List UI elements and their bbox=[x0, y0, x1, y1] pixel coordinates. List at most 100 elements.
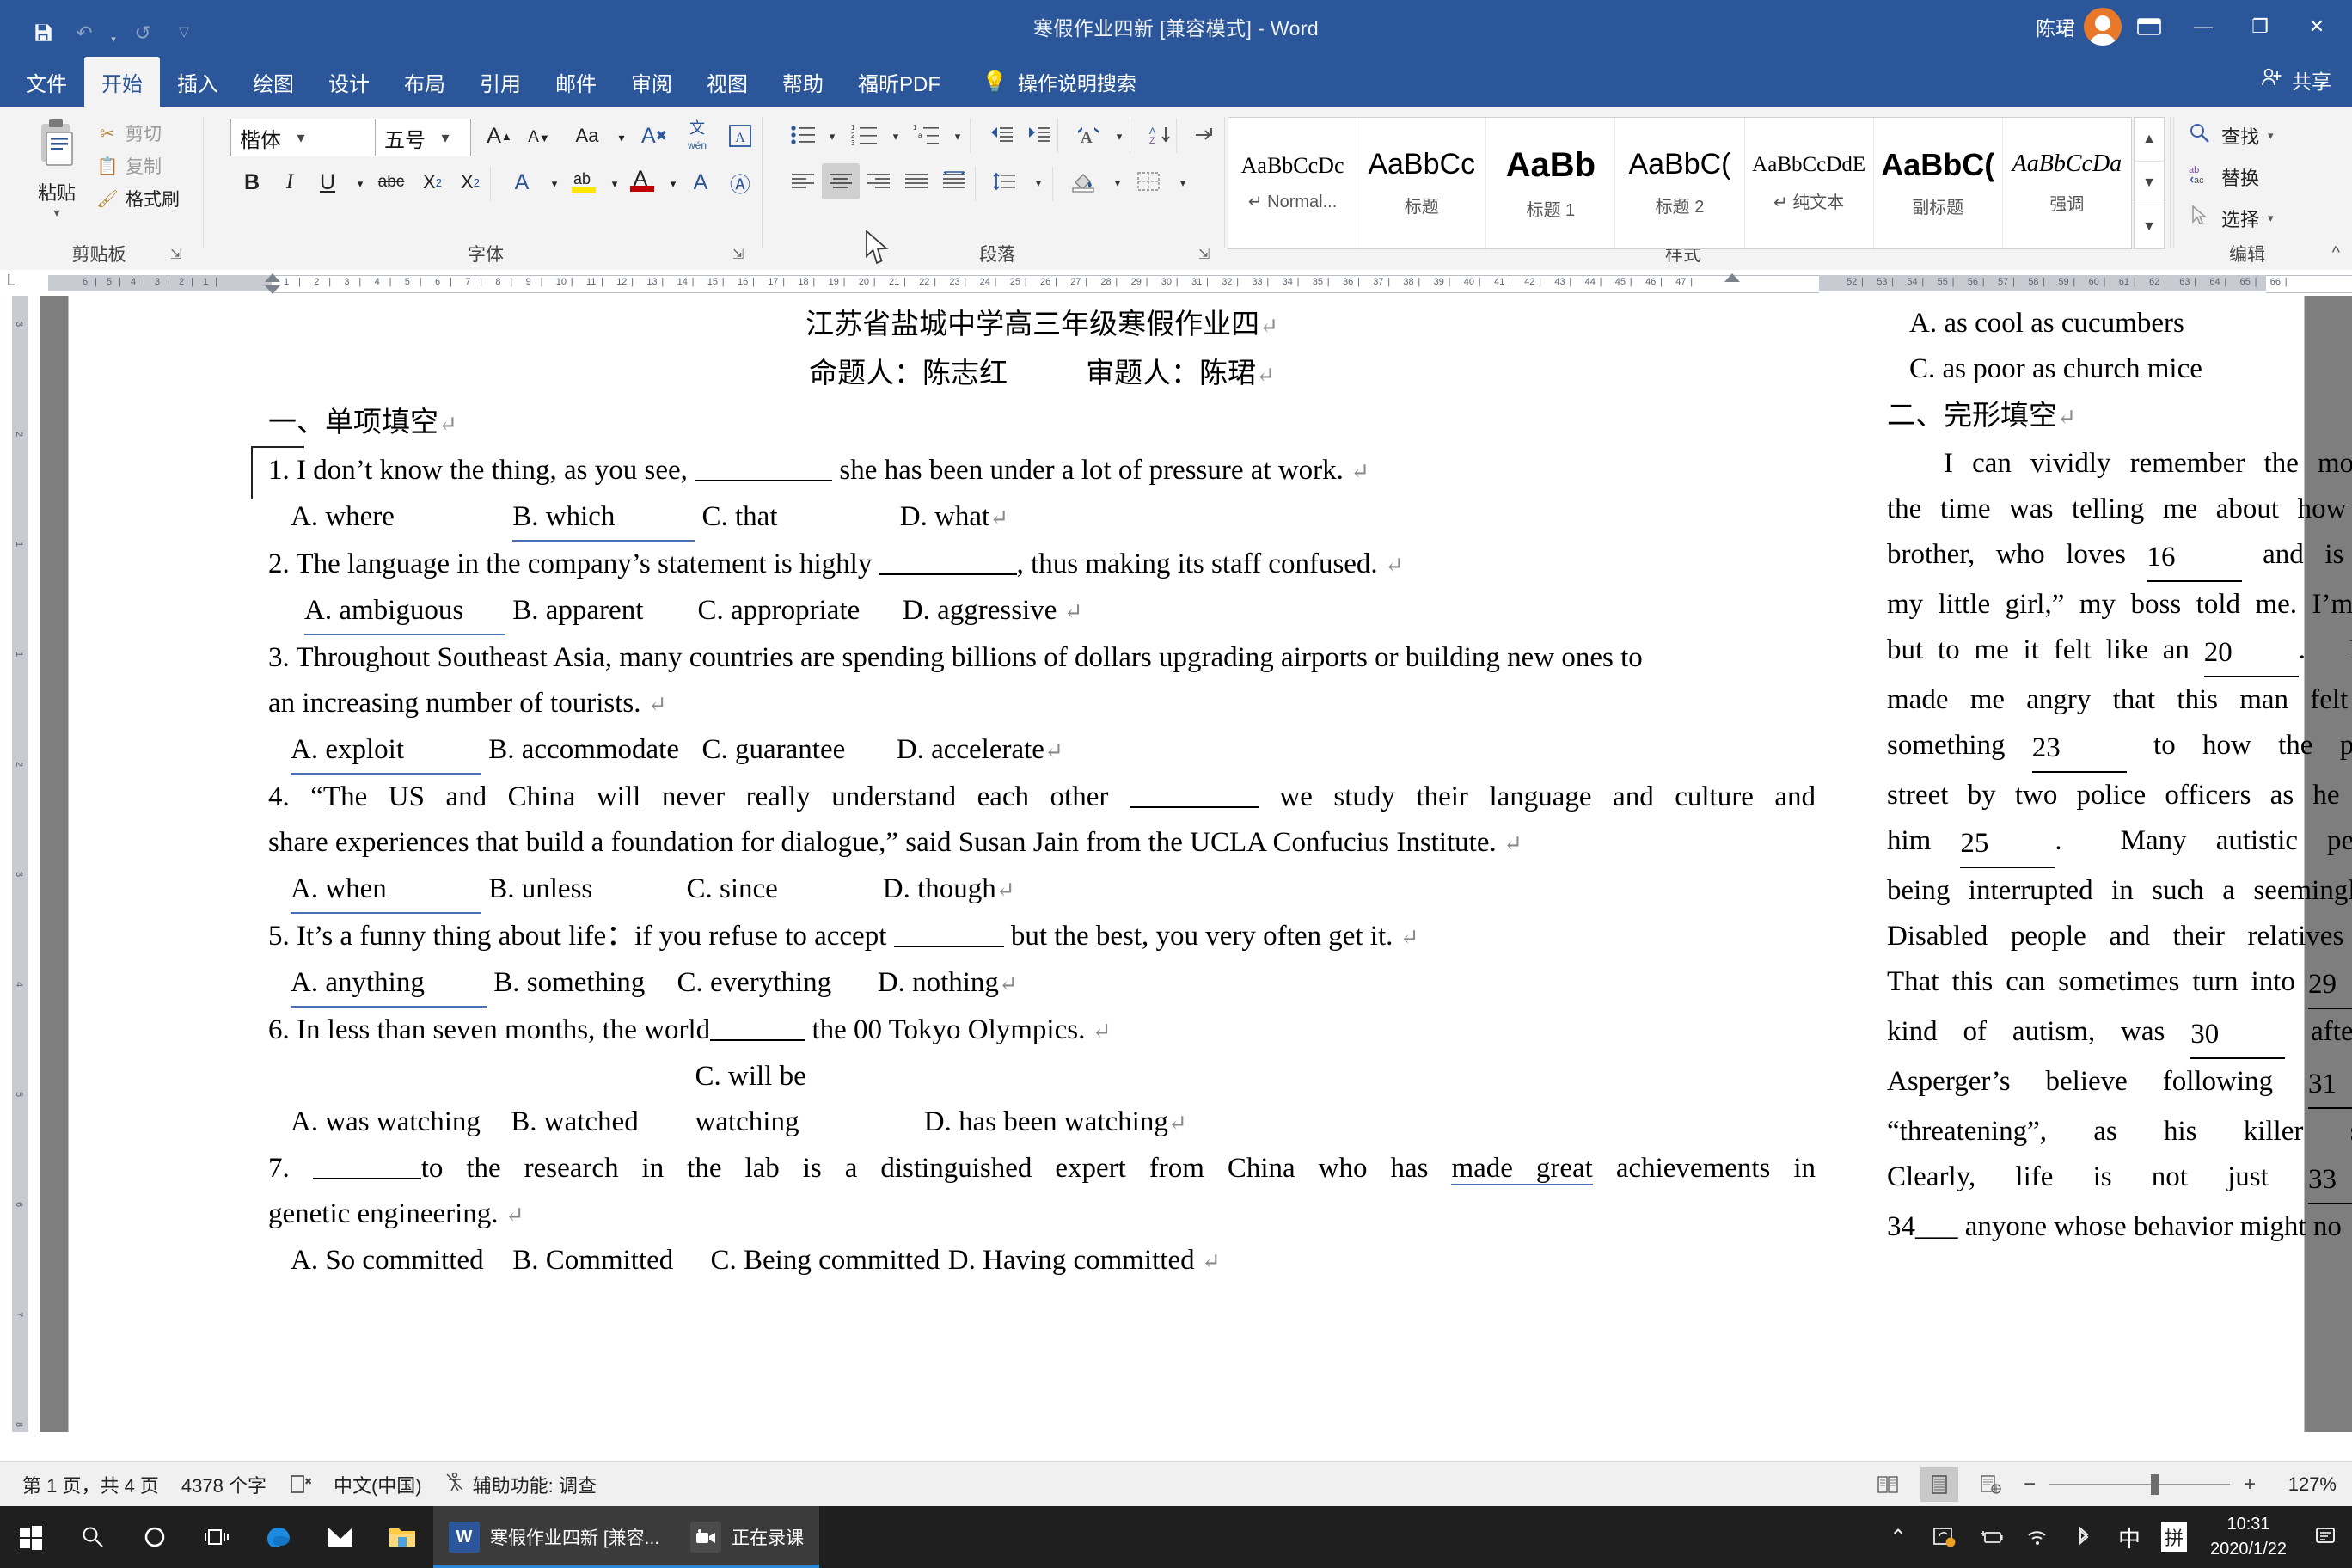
cloze-blank[interactable]: 31 bbox=[2308, 1062, 2352, 1109]
style-item-emphasis[interactable]: AaBbCcDa 强调 bbox=[2003, 118, 2131, 248]
document-body-left-column[interactable]: 江苏省盐城中学高三年级寒假作业四↵ 命题人：陈志红 审题人：陈珺↵ 一、单项填空… bbox=[268, 296, 1816, 1284]
onedrive-sync-icon[interactable] bbox=[1921, 1506, 1968, 1568]
taskbar-app-recording[interactable]: 正在录课 bbox=[675, 1506, 820, 1568]
font-size-combobox[interactable]: 五号 ▾ bbox=[375, 119, 471, 156]
tab-draw[interactable]: 绘图 bbox=[236, 57, 311, 107]
italic-button[interactable]: I bbox=[270, 163, 309, 201]
align-left-icon[interactable] bbox=[784, 163, 822, 199]
document-canvas[interactable]: 江苏省盐城中学高三年级寒假作业四↵ 命题人：陈志红 审题人：陈珺↵ 一、单项填空… bbox=[40, 296, 2352, 1432]
tab-view[interactable]: 视图 bbox=[689, 57, 765, 107]
vertical-ruler[interactable]: 3 2 1 1 2 3 4 5 6 7 8 bbox=[0, 296, 40, 1432]
multilevel-dropdown-icon[interactable]: ▾ bbox=[939, 119, 977, 155]
select-button[interactable]: 选择 ▾ bbox=[2187, 205, 2274, 232]
close-button[interactable]: ✕ bbox=[2290, 0, 2343, 53]
word-count[interactable]: 4378 个字 bbox=[181, 1471, 266, 1498]
zoom-slider-thumb[interactable] bbox=[2150, 1474, 2159, 1495]
right-indent-marker[interactable] bbox=[1724, 273, 1740, 282]
clock[interactable]: 10:31 2020/1/22 bbox=[2196, 1512, 2300, 1562]
cortana-circle-icon[interactable] bbox=[124, 1506, 186, 1568]
document-body-right-column[interactable]: A. as cool as cucumbers C. as poor as ch… bbox=[1887, 296, 2352, 1250]
tab-review[interactable]: 审阅 bbox=[614, 57, 689, 107]
tab-mailings[interactable]: 邮件 bbox=[538, 57, 614, 107]
font-family-combobox[interactable]: 楷体 ▾ bbox=[230, 119, 377, 156]
cloze-blank[interactable]: 29 bbox=[2308, 962, 2352, 1009]
clear-formatting-button[interactable]: A ✖ bbox=[634, 117, 674, 155]
windows-start-icon[interactable] bbox=[0, 1506, 62, 1568]
line-spacing-icon[interactable] bbox=[985, 163, 1023, 199]
borders-icon[interactable] bbox=[1130, 163, 1167, 199]
hanging-indent-marker[interactable] bbox=[265, 285, 280, 294]
find-dropdown-icon[interactable]: ▾ bbox=[2268, 129, 2274, 143]
tab-help[interactable]: 帮助 bbox=[765, 57, 841, 107]
phonetic-guide-button[interactable]: 文 wén bbox=[677, 117, 717, 155]
align-center-icon[interactable] bbox=[822, 163, 860, 199]
asian-layout-dropdown-icon[interactable]: ▾ bbox=[1100, 119, 1138, 155]
avatar[interactable] bbox=[2084, 8, 2122, 46]
styles-more-icon[interactable]: ▼ bbox=[2135, 205, 2164, 248]
chevron-down-icon[interactable]: ▾ bbox=[431, 129, 460, 147]
decrease-indent-icon[interactable] bbox=[982, 117, 1020, 153]
first-line-indent-marker[interactable] bbox=[265, 273, 280, 282]
tell-me-search[interactable]: 💡 操作说明搜索 bbox=[958, 57, 1148, 107]
proofing-errors-icon[interactable]: ✖ bbox=[289, 1473, 311, 1496]
tab-design[interactable]: 设计 bbox=[311, 57, 387, 107]
read-mode-icon[interactable] bbox=[1869, 1467, 1907, 1502]
style-item-heading1[interactable]: AaBb 标题 1 bbox=[1486, 118, 1616, 248]
distribute-icon[interactable] bbox=[935, 163, 973, 199]
cut-button[interactable]: ✂ 剪切 bbox=[96, 117, 180, 150]
zoom-slider[interactable] bbox=[2049, 1467, 2230, 1502]
tab-layout[interactable]: 布局 bbox=[387, 57, 462, 107]
share-button[interactable]: 共享 bbox=[2261, 65, 2331, 95]
cloze-blank[interactable]: 30 bbox=[2190, 1012, 2286, 1059]
bluetooth-icon[interactable] bbox=[2061, 1506, 2107, 1568]
language-indicator[interactable]: 中文(中国) bbox=[334, 1471, 422, 1498]
style-item-plain-text[interactable]: AaBbCcDdE ↵ 纯文本 bbox=[1745, 118, 1874, 248]
task-view-icon[interactable] bbox=[186, 1506, 248, 1568]
style-item-heading2[interactable]: AaBbC( 标题 2 bbox=[1615, 118, 1745, 248]
paste-button[interactable]: 粘贴 ▾ bbox=[17, 119, 96, 220]
style-item-normal[interactable]: AaBbCcDc ↵ Normal... bbox=[1228, 118, 1358, 248]
chevron-down-icon[interactable]: ▾ bbox=[286, 129, 315, 147]
shrink-font-button[interactable]: A ▼ bbox=[519, 119, 559, 156]
restore-button[interactable]: ❐ bbox=[2233, 0, 2287, 53]
tab-insert[interactable]: 插入 bbox=[160, 57, 236, 107]
bold-button[interactable]: B bbox=[232, 163, 272, 201]
edge-icon[interactable] bbox=[248, 1506, 309, 1568]
zoom-out-button[interactable]: − bbox=[2024, 1473, 2036, 1497]
cloze-blank[interactable]: 25 bbox=[1960, 821, 2055, 868]
styles-scroll-down-icon[interactable]: ▼ bbox=[2135, 162, 2164, 205]
strikethrough-button[interactable]: abc bbox=[371, 163, 411, 201]
cloze-blank[interactable]: 23 bbox=[2031, 726, 2127, 773]
print-layout-icon[interactable] bbox=[1920, 1467, 1958, 1502]
cloze-blank[interactable]: 33 bbox=[2308, 1157, 2352, 1204]
minimize-button[interactable]: — bbox=[2177, 0, 2230, 53]
style-item-title[interactable]: AaBbCc 标题 bbox=[1357, 118, 1487, 248]
battery-charging-icon[interactable] bbox=[1968, 1506, 2014, 1568]
find-button[interactable]: 查找 ▾ bbox=[2187, 122, 2274, 150]
tab-home[interactable]: 开始 bbox=[84, 57, 160, 107]
enclose-characters-button[interactable]: Ⓐ bbox=[720, 163, 760, 201]
borders-dropdown-icon[interactable]: ▾ bbox=[1164, 165, 1202, 201]
subscript-button[interactable]: X2 bbox=[413, 163, 452, 201]
web-layout-icon[interactable] bbox=[1972, 1467, 2010, 1502]
wifi-icon[interactable] bbox=[2014, 1506, 2061, 1568]
align-right-icon[interactable] bbox=[860, 163, 897, 199]
select-dropdown-icon[interactable]: ▾ bbox=[2268, 211, 2274, 225]
copy-button[interactable]: 📋 复制 bbox=[96, 150, 180, 182]
show-hidden-icons-icon[interactable]: ⌃ bbox=[1875, 1506, 1921, 1568]
accessibility-status[interactable]: 辅助功能: 调查 bbox=[444, 1471, 597, 1498]
character-shading-button[interactable]: A bbox=[681, 163, 720, 201]
justify-icon[interactable] bbox=[897, 163, 935, 199]
tab-stop-selector-icon[interactable]: L bbox=[7, 272, 15, 290]
superscript-button[interactable]: X2 bbox=[450, 163, 490, 201]
mail-icon[interactable] bbox=[309, 1506, 371, 1568]
cloze-blank[interactable]: 20 bbox=[2203, 630, 2299, 677]
replace-button[interactable]: ab ac 替换 bbox=[2187, 163, 2259, 191]
format-painter-button[interactable]: 🖌 格式刷 bbox=[96, 182, 180, 215]
tab-foxit-pdf[interactable]: 福昕PDF bbox=[841, 57, 958, 107]
tab-file[interactable]: 文件 bbox=[9, 57, 84, 107]
shading-icon[interactable] bbox=[1064, 163, 1102, 199]
grow-font-button[interactable]: A ▲ bbox=[480, 117, 519, 155]
ribbon-display-options-icon[interactable] bbox=[2125, 8, 2173, 46]
account-name[interactable]: 陈珺 bbox=[2036, 12, 2075, 41]
